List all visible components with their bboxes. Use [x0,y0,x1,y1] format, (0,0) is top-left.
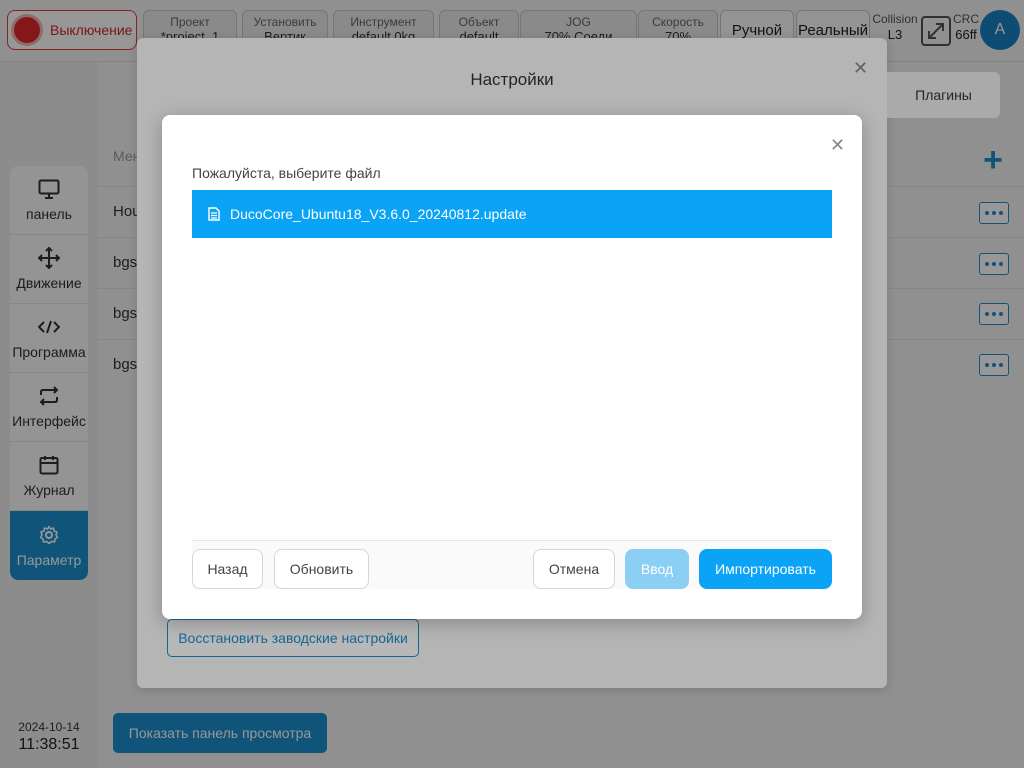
document-icon [208,207,220,221]
file-name: DucoCore_Ubuntu18_V3.6.0_20240812.update [230,206,527,222]
import-button[interactable]: Импортировать [699,549,832,589]
refresh-button[interactable]: Обновить [274,549,369,589]
back-button[interactable]: Назад [192,549,263,589]
close-icon[interactable]: ✕ [830,135,845,156]
file-select-dialog: ✕ Пожалуйста, выберите файл DucoCore_Ubu… [162,115,862,619]
file-list: DucoCore_Ubuntu18_V3.6.0_20240812.update [192,190,832,540]
file-prompt: Пожалуйста, выберите файл [192,165,381,181]
enter-button[interactable]: Ввод [625,549,689,589]
list-item[interactable]: DucoCore_Ubuntu18_V3.6.0_20240812.update [192,190,832,238]
cancel-button[interactable]: Отмена [533,549,615,589]
